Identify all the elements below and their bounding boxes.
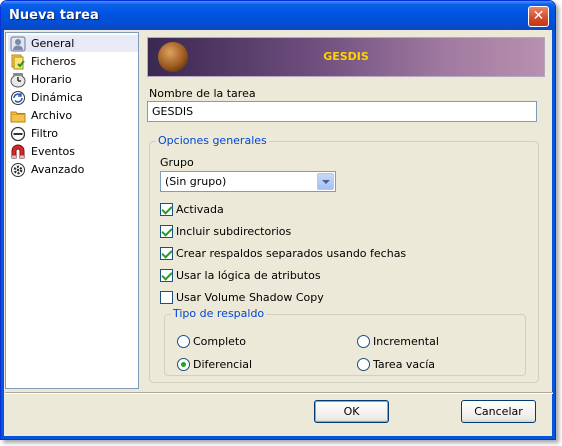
- sidebar-item-label: General: [29, 37, 77, 50]
- window-title: Nueva tarea: [9, 8, 99, 23]
- task-banner: GESDIS: [147, 37, 545, 77]
- sidebar-item-general[interactable]: General: [8, 35, 138, 52]
- radio-label: Diferencial: [193, 357, 253, 371]
- radio-label: Completo: [193, 334, 246, 348]
- radio-button[interactable]: [177, 357, 190, 371]
- gear-icon: [10, 162, 26, 178]
- sidebar-item-horario[interactable]: Horario: [8, 71, 138, 88]
- checkbox-incluir-subdirectorios[interactable]: Incluir subdirectorios: [160, 224, 291, 238]
- checkbox-box[interactable]: [160, 290, 173, 304]
- sidebar-item-label: Dinámica: [31, 91, 83, 104]
- banner-title: GESDIS: [323, 50, 369, 63]
- radio-completo[interactable]: Completo: [177, 334, 246, 348]
- checkbox-label: Usar Volume Shadow Copy: [176, 290, 324, 304]
- cancel-button[interactable]: Cancelar: [461, 400, 536, 423]
- window-frame-bottom: [1, 436, 555, 439]
- checkbox-activada[interactable]: Activada: [160, 202, 224, 216]
- radio-label: Incremental: [373, 334, 439, 348]
- checkbox-label: Incluir subdirectorios: [176, 224, 292, 238]
- chevron-down-icon[interactable]: [317, 173, 334, 190]
- window-frame-left: [1, 30, 4, 439]
- checkbox-label: Crear respaldos separados usando fechas: [176, 246, 407, 260]
- sidebar-item-label: Eventos: [31, 145, 75, 158]
- sidebar-item-label: Horario: [31, 73, 72, 86]
- checkbox-label: Activada: [176, 202, 224, 216]
- radio-incremental[interactable]: Incremental: [357, 334, 439, 348]
- checkbox-box[interactable]: [160, 202, 173, 216]
- sidebar-item-archivo[interactable]: Archivo: [8, 107, 138, 124]
- checkbox-label: Usar la lógica de atributos: [176, 268, 321, 282]
- ok-button[interactable]: OK: [314, 400, 389, 423]
- sidebar-item-label: Archivo: [31, 109, 73, 122]
- files-icon: [10, 54, 26, 70]
- radio-diferencial[interactable]: Diferencial: [177, 357, 252, 371]
- general-options-group: Opciones generales Grupo (Sin grupo) Act…: [149, 134, 539, 383]
- radio-tarea-vacia[interactable]: Tarea vacía: [357, 357, 435, 371]
- sidebar-item-eventos[interactable]: Eventos: [8, 143, 138, 160]
- group-select[interactable]: (Sin grupo): [160, 171, 336, 192]
- checkbox-box[interactable]: [160, 268, 173, 282]
- radio-button[interactable]: [357, 357, 370, 371]
- title-bar[interactable]: Nueva tarea ✕: [1, 1, 555, 30]
- sidebar-item-avanzado[interactable]: Avanzado: [8, 161, 138, 178]
- checkbox-logica-atributos[interactable]: Usar la lógica de atributos: [160, 268, 321, 282]
- backup-type-legend: Tipo de respaldo: [171, 307, 267, 320]
- checkbox-box[interactable]: [160, 246, 173, 260]
- magnet-icon: [10, 144, 26, 160]
- task-name-input[interactable]: GESDIS: [147, 101, 537, 122]
- task-name-label: Nombre de la tarea: [149, 87, 256, 100]
- radio-button[interactable]: [357, 334, 370, 348]
- general-panel: GESDIS Nombre de la tarea GESDIS Opcione…: [147, 37, 545, 383]
- dynamic-icon: [10, 90, 26, 106]
- sidebar-item-label: Filtro: [31, 127, 58, 140]
- general-icon: [10, 36, 26, 52]
- sidebar-item-label: Avanzado: [31, 163, 85, 176]
- backup-type-group: Tipo de respaldo Completo Incremental Di…: [164, 307, 526, 376]
- checkbox-crear-respaldos[interactable]: Crear respaldos separados usando fechas: [160, 246, 406, 260]
- window-frame-right: [552, 30, 555, 439]
- folder-icon: [10, 108, 26, 124]
- general-options-legend: Opciones generales: [156, 134, 269, 147]
- sidebar-item-ficheros[interactable]: Ficheros: [8, 53, 138, 70]
- radio-button[interactable]: [177, 334, 190, 348]
- checkbox-volume-shadow-copy[interactable]: Usar Volume Shadow Copy: [160, 290, 324, 304]
- filter-icon: [10, 126, 26, 142]
- radio-label: Tarea vacía: [373, 357, 436, 371]
- clock-icon: [10, 72, 26, 88]
- close-button[interactable]: ✕: [528, 6, 549, 27]
- group-select-value: (Sin grupo): [165, 175, 227, 188]
- dialog-window: Nueva tarea ✕ General Ficheros Horario D…: [0, 0, 556, 440]
- group-label: Grupo: [160, 156, 194, 169]
- footer-separator: [5, 392, 553, 394]
- sidebar-item-dinamica[interactable]: Dinámica: [8, 89, 138, 106]
- sidebar-item-filtro[interactable]: Filtro: [8, 125, 138, 142]
- sidebar-item-label: Ficheros: [31, 55, 77, 68]
- checkbox-box[interactable]: [160, 224, 173, 238]
- category-sidebar: General Ficheros Horario Dinámica Archiv…: [5, 32, 139, 389]
